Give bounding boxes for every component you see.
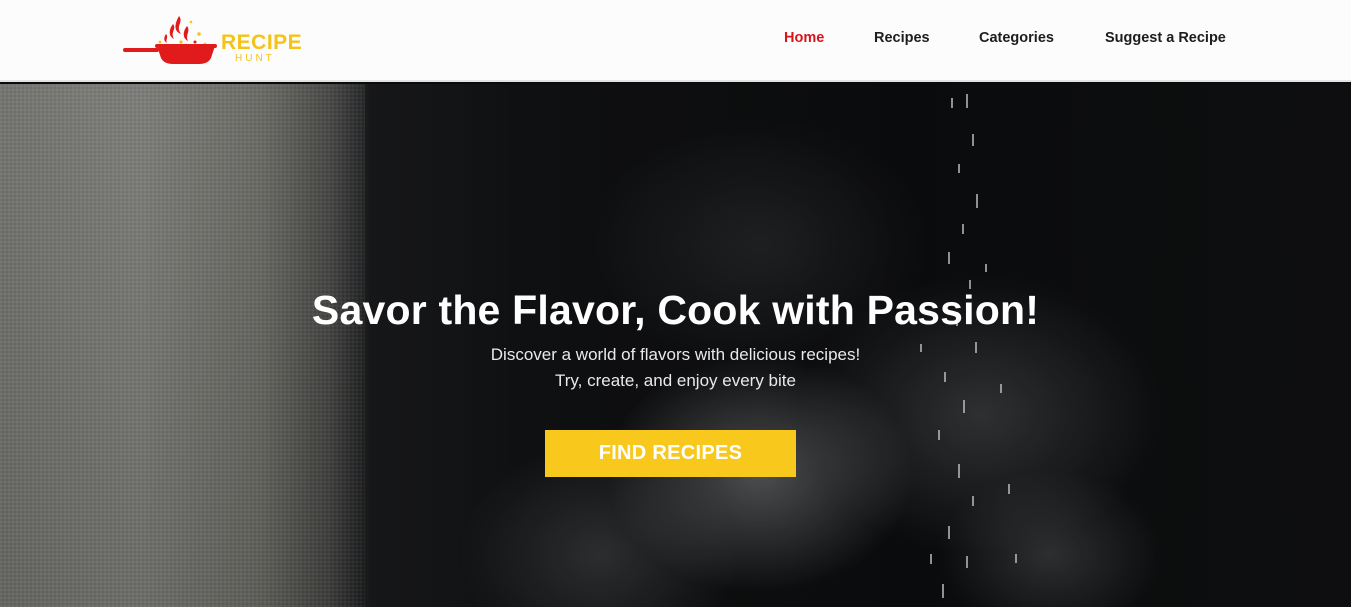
nav-item-categories[interactable]: Categories (979, 30, 1054, 46)
nav-item-home[interactable]: Home (784, 30, 824, 46)
hero-section: Savor the Flavor, Cook with Passion! Dis… (0, 84, 1351, 607)
main-nav: Home Recipes Categories Suggest a Recipe (0, 30, 1351, 50)
logo-subword: HUNT (235, 53, 275, 64)
find-recipes-button[interactable]: FIND RECIPES (545, 430, 796, 477)
hero-subtitle-line-2: Try, create, and enjoy every bite (555, 371, 796, 390)
nav-item-suggest-recipe[interactable]: Suggest a Recipe (1105, 30, 1226, 46)
nav-item-recipes[interactable]: Recipes (874, 30, 930, 46)
site-header: RECIPE HUNT Home Recipes Categories Sugg… (0, 0, 1351, 82)
hero-subtitle-line-1: Discover a world of flavors with delicio… (490, 345, 861, 364)
hero-title: Savor the Flavor, Cook with Passion! (311, 287, 1040, 333)
